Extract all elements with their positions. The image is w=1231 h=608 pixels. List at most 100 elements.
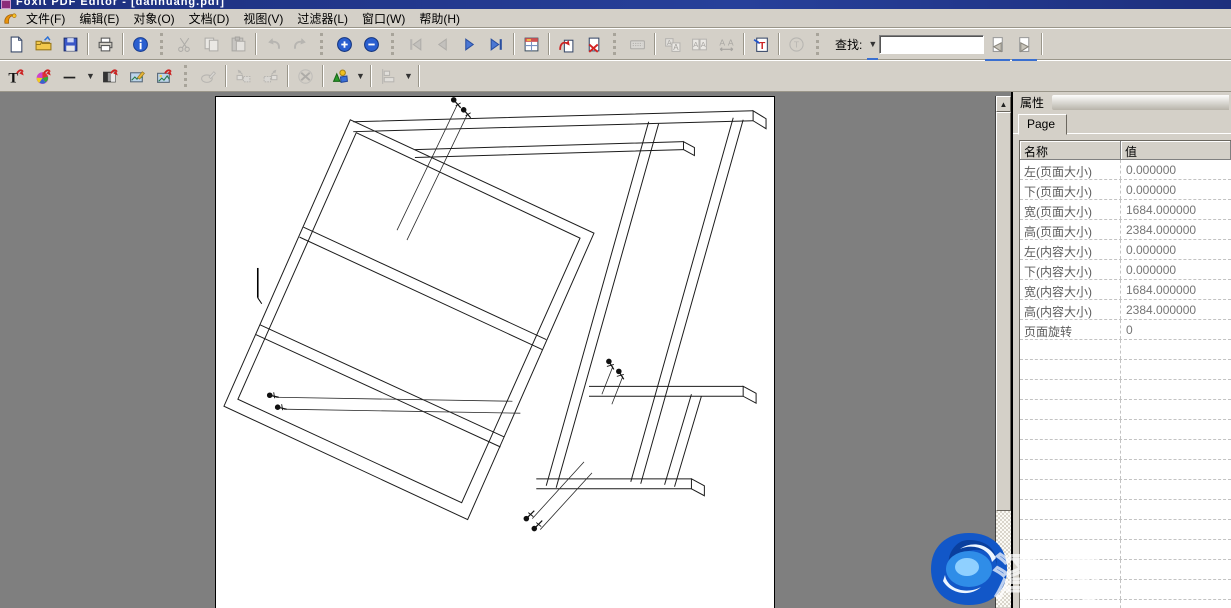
add-text-icon: T	[8, 68, 25, 85]
zoom-in-button[interactable]	[331, 31, 358, 57]
column-header-value: 值	[1121, 141, 1231, 159]
keyboard-button[interactable]	[624, 31, 651, 57]
menu-item-3[interactable]: 文档(D)	[182, 8, 237, 29]
zoom-in-icon	[336, 36, 353, 53]
font-replace-button[interactable]: AA	[659, 31, 686, 57]
find-prev-button[interactable]	[1011, 31, 1038, 57]
menu-item-1[interactable]: 编辑(E)	[72, 8, 126, 29]
find-dropdown[interactable]: ▼	[866, 32, 879, 56]
info-button[interactable]	[127, 31, 154, 57]
property-row-empty	[1020, 580, 1231, 600]
last-page-button[interactable]	[483, 31, 510, 57]
app-icon	[1, 0, 11, 9]
menu-item-4[interactable]: 视图(V)	[236, 8, 290, 29]
toolbar-grip[interactable]	[184, 65, 191, 87]
print-icon	[97, 36, 114, 53]
property-value: 0.000000	[1121, 180, 1231, 199]
find-next-button[interactable]	[984, 31, 1011, 57]
prev-page-button[interactable]	[429, 31, 456, 57]
order-front-button[interactable]	[257, 63, 284, 89]
menu-item-0[interactable]: 文件(F)	[19, 8, 72, 29]
find-input[interactable]	[879, 35, 984, 54]
property-row-empty	[1020, 500, 1231, 520]
gradient-icon	[102, 68, 119, 85]
next-page-button[interactable]	[456, 31, 483, 57]
page-drawing	[216, 97, 774, 608]
svg-text:A: A	[719, 37, 725, 47]
property-row-3[interactable]: 高(页面大小)2384.000000	[1020, 220, 1231, 240]
property-row-6[interactable]: 宽(内容大小)1684.000000	[1020, 280, 1231, 300]
zoom-out-button[interactable]	[358, 31, 385, 57]
shapes-dropdown[interactable]: ▼	[354, 64, 367, 88]
insert-page-button[interactable]	[553, 31, 580, 57]
save-button[interactable]	[57, 31, 84, 57]
open-folder-icon	[35, 36, 52, 53]
page-layout-button[interactable]	[518, 31, 545, 57]
toolbar-grip[interactable]	[320, 33, 327, 55]
keyboard-icon	[629, 36, 646, 53]
paste-icon	[230, 36, 247, 53]
font-width-button[interactable]: AA	[713, 31, 740, 57]
toolbar-grip[interactable]	[613, 33, 620, 55]
open-button[interactable]	[30, 31, 57, 57]
property-name: 下(页面大小)	[1020, 180, 1121, 199]
toolbar-standard: AAAAAATT查找:▼	[0, 28, 1231, 60]
order-back-button[interactable]	[230, 63, 257, 89]
align-button[interactable]	[375, 63, 402, 89]
menu-item-7[interactable]: 帮助(H)	[412, 8, 467, 29]
menu-item-2[interactable]: 对象(O)	[126, 8, 181, 29]
copy-button[interactable]	[198, 31, 225, 57]
property-row-5[interactable]: 下(内容大小)0.000000	[1020, 260, 1231, 280]
title-bar: Foxit PDF Editor - [danhuang.pdf]	[0, 0, 1231, 9]
undo-button[interactable]	[260, 31, 287, 57]
text-circle-button[interactable]: T	[783, 31, 810, 57]
property-row-empty	[1020, 480, 1231, 500]
properties-panel: 属性 Page 名称 值 左(页面大小)0.000000下(页面大小)0.000…	[1011, 92, 1231, 608]
property-row-0[interactable]: 左(页面大小)0.000000	[1020, 160, 1231, 180]
edit-shape-button[interactable]	[195, 63, 222, 89]
toolbar-grip[interactable]	[160, 33, 167, 55]
property-row-2[interactable]: 宽(页面大小)1684.000000	[1020, 200, 1231, 220]
properties-rows: 左(页面大小)0.000000下(页面大小)0.000000宽(页面大小)168…	[1020, 160, 1231, 608]
property-row-empty	[1020, 360, 1231, 380]
document-window-icon[interactable]	[1, 10, 19, 26]
property-row-1[interactable]: 下(页面大小)0.000000	[1020, 180, 1231, 200]
new-button[interactable]	[3, 31, 30, 57]
property-row-4[interactable]: 左(内容大小)0.000000	[1020, 240, 1231, 260]
color-wheel-button[interactable]	[30, 63, 57, 89]
delete-page-button[interactable]	[580, 31, 607, 57]
add-text-button[interactable]: T	[3, 63, 30, 89]
edit-image-button[interactable]	[124, 63, 151, 89]
tab-page[interactable]: Page	[1018, 114, 1067, 135]
line-style-button[interactable]	[57, 63, 84, 89]
paste-button[interactable]	[225, 31, 252, 57]
align-dropdown[interactable]: ▼	[402, 64, 415, 88]
cut-icon	[176, 36, 193, 53]
redo-button[interactable]	[287, 31, 314, 57]
property-row-7[interactable]: 高(内容大小)2384.000000	[1020, 300, 1231, 320]
ungroup-button[interactable]	[292, 63, 319, 89]
font-boxes-icon: AA	[691, 36, 708, 53]
next-page-icon	[461, 36, 478, 53]
scrollbar-thumb[interactable]	[996, 112, 1011, 511]
font-size-button[interactable]: AA	[686, 31, 713, 57]
toolbar-grip[interactable]	[391, 33, 398, 55]
document-page[interactable]	[215, 96, 775, 608]
property-row-8[interactable]: 页面旋转0	[1020, 320, 1231, 340]
first-page-button[interactable]	[402, 31, 429, 57]
scroll-up-arrow-icon[interactable]: ▲	[996, 96, 1011, 112]
toolbar-separator	[778, 33, 780, 55]
cut-button[interactable]	[171, 31, 198, 57]
find-next-icon	[989, 36, 1006, 53]
print-button[interactable]	[92, 31, 119, 57]
shapes-button[interactable]	[327, 63, 354, 89]
gradient-button[interactable]	[97, 63, 124, 89]
line-style-dropdown[interactable]: ▼	[84, 64, 97, 88]
property-value: 0.000000	[1121, 160, 1231, 179]
menu-item-5[interactable]: 过滤器(L)	[290, 8, 355, 29]
property-value: 2384.000000	[1121, 300, 1231, 319]
menu-item-6[interactable]: 窗口(W)	[355, 8, 412, 29]
toolbar-grip[interactable]	[816, 33, 823, 55]
text-edit-button[interactable]: T	[748, 31, 775, 57]
replace-image-button[interactable]	[151, 63, 178, 89]
